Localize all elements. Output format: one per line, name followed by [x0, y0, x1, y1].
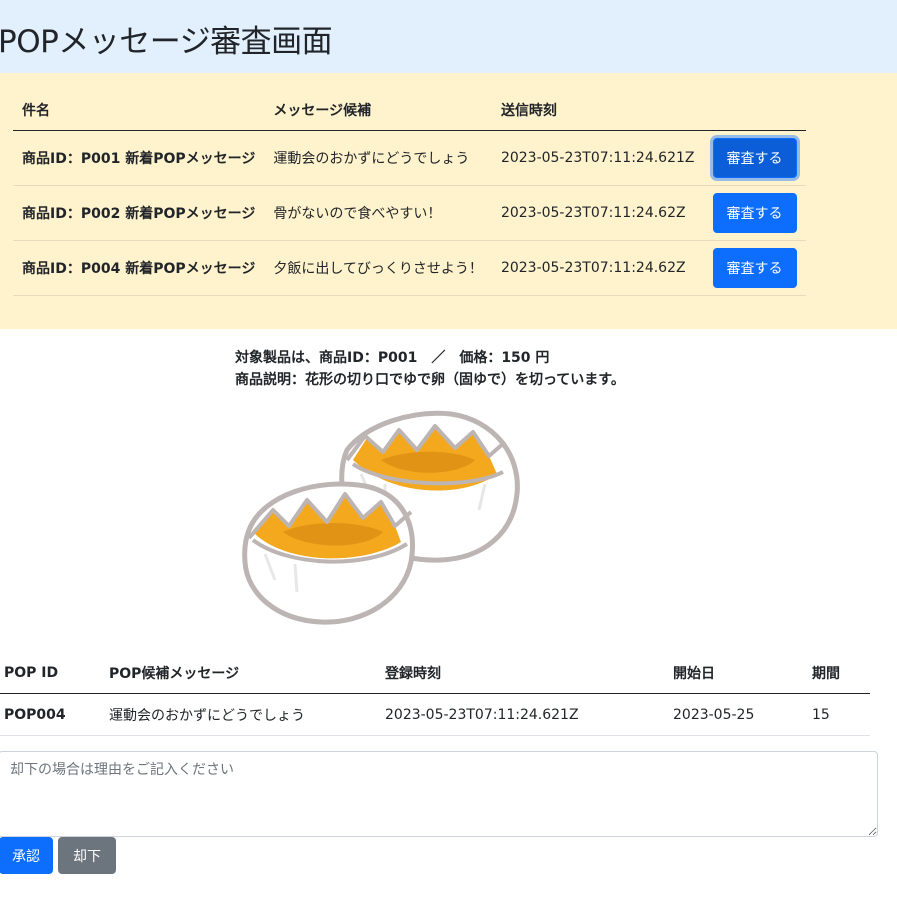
col-pop-message: POP候補メッセージ: [105, 652, 381, 694]
queue-subject: 商品ID：P004 新着POPメッセージ: [13, 240, 265, 296]
pop-period: 15: [808, 693, 870, 736]
pop-start-date: 2023-05-25: [669, 693, 808, 736]
queue-sent-time: 2023-05-23T07:11:24.621Z: [491, 130, 704, 186]
approve-button[interactable]: 承認: [0, 837, 53, 874]
pop-id: POP004: [0, 693, 105, 736]
col-period: 期間: [808, 652, 870, 694]
reject-button[interactable]: 却下: [58, 837, 116, 874]
review-button[interactable]: 審査する: [712, 193, 797, 233]
pop-header-row: POP ID POP候補メッセージ 登録時刻 開始日 期間: [0, 652, 870, 694]
queue-sent-time: 2023-05-23T07:11:24.62Z: [491, 240, 704, 296]
review-queue-table: 件名 メッセージ候補 送信時刻 商品ID：P001 新着POPメッセージ 運動会…: [13, 89, 806, 296]
pop-message: 運動会のおかずにどうでしょう: [105, 693, 381, 736]
review-button[interactable]: 審査する: [712, 138, 797, 178]
rejection-reason-input[interactable]: [0, 751, 878, 837]
product-summary: 対象製品は、商品ID：P001 ／ 価格：150 円: [235, 350, 550, 366]
boiled-egg-illustration: [242, 410, 520, 625]
col-subject: 件名: [13, 89, 265, 131]
product-description: 商品説明：花形の切り口でゆで卵（固ゆで）を切っています。: [235, 372, 625, 388]
page-title: POPメッセージ審査画面: [0, 24, 333, 60]
review-queue-panel: 件名 メッセージ候補 送信時刻 商品ID：P001 新着POPメッセージ 運動会…: [0, 73, 897, 329]
queue-subject: 商品ID：P001 新着POPメッセージ: [13, 130, 265, 186]
queue-message: 夕飯に出してびっくりさせよう！: [264, 240, 492, 296]
col-pop-id: POP ID: [0, 652, 105, 694]
queue-row: 商品ID：P002 新着POPメッセージ 骨がないので食べやすい！ 2023-0…: [13, 185, 806, 241]
product-info: 対象製品は、商品ID：P001 ／ 価格：150 円 商品説明：花形の切り口でゆ…: [235, 347, 625, 391]
queue-row: 商品ID：P004 新着POPメッセージ 夕飯に出してびっくりさせよう！ 202…: [13, 240, 806, 296]
col-start-date: 開始日: [669, 652, 808, 694]
queue-header-row: 件名 メッセージ候補 送信時刻: [13, 89, 806, 131]
queue-message: 運動会のおかずにどうでしょう: [264, 130, 492, 186]
pop-row: POP004 運動会のおかずにどうでしょう 2023-05-23T07:11:2…: [0, 693, 870, 736]
pop-registered-time: 2023-05-23T07:11:24.621Z: [381, 693, 669, 736]
queue-sent-time: 2023-05-23T07:11:24.62Z: [491, 185, 704, 241]
col-registered-time: 登録時刻: [381, 652, 669, 694]
queue-message: 骨がないので食べやすい！: [264, 185, 492, 241]
front-egg: [242, 481, 415, 625]
page-header: POPメッセージ審査画面: [0, 0, 897, 73]
review-button[interactable]: 審査する: [712, 248, 797, 288]
col-action: [703, 89, 806, 131]
queue-subject: 商品ID：P002 新着POPメッセージ: [13, 185, 265, 241]
col-message-candidate: メッセージ候補: [264, 89, 492, 131]
queue-row: 商品ID：P001 新着POPメッセージ 運動会のおかずにどうでしょう 2023…: [13, 130, 806, 186]
pop-candidate-table: POP ID POP候補メッセージ 登録時刻 開始日 期間 POP004 運動会…: [0, 652, 870, 736]
col-sent-time: 送信時刻: [491, 89, 704, 131]
